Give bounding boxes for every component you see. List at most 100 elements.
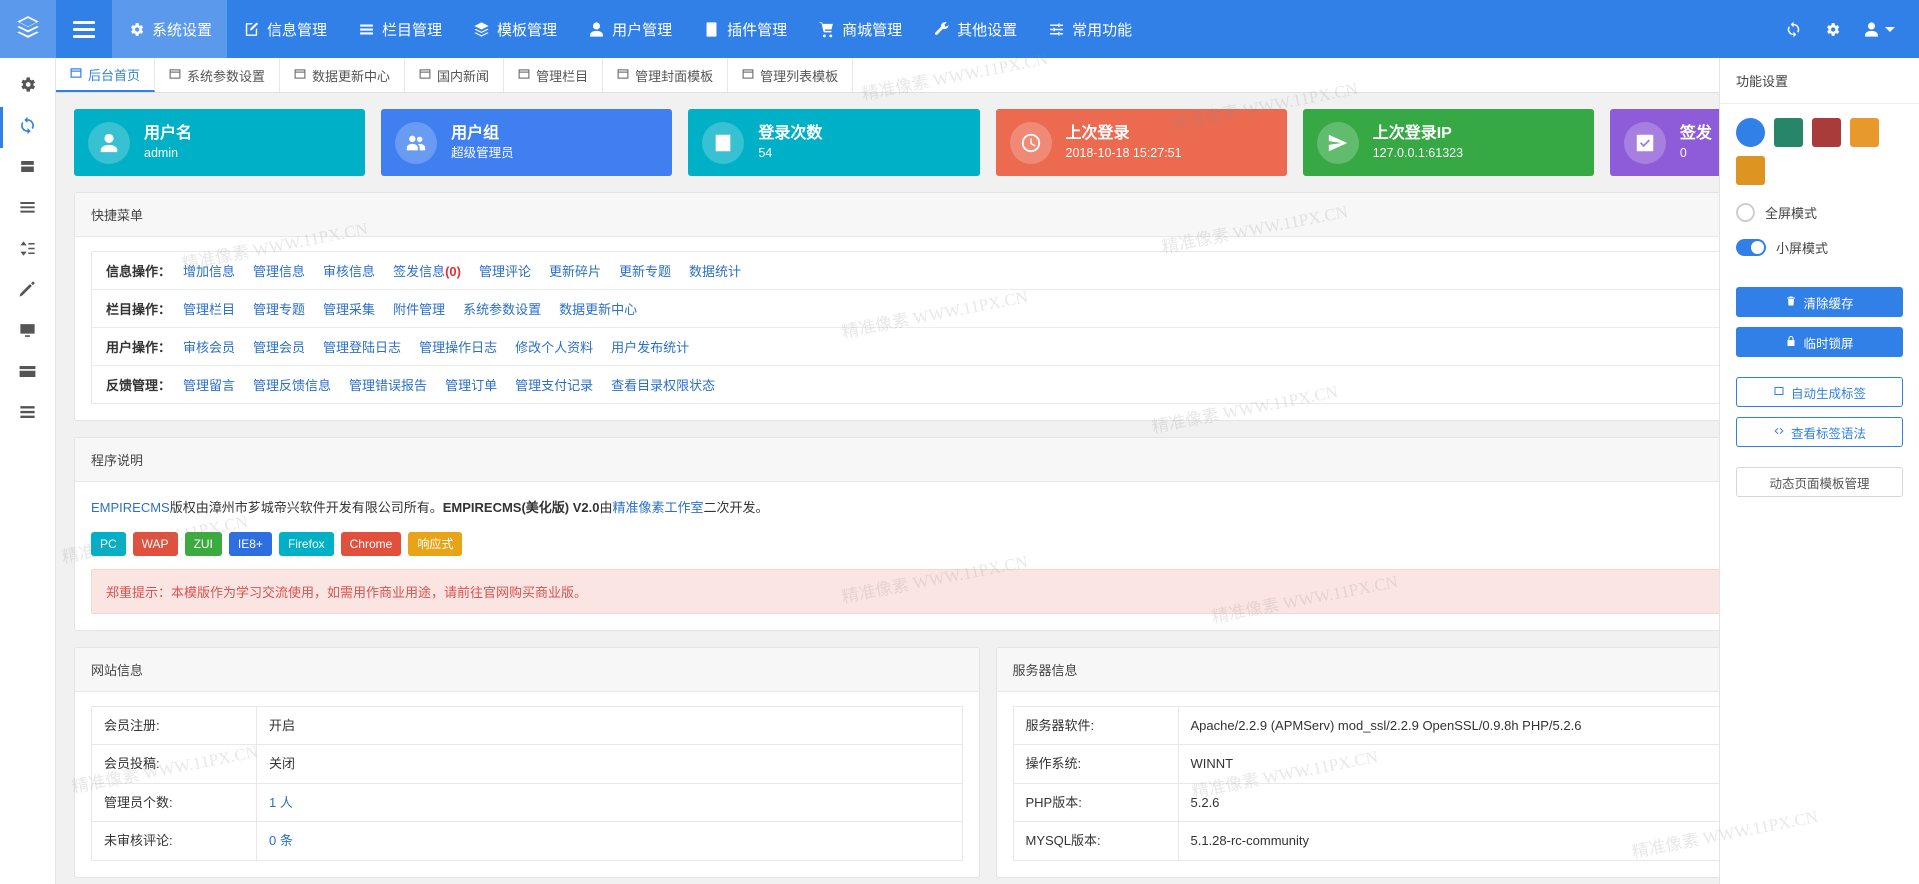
nav-item-column-management[interactable]: 栏目管理 xyxy=(342,0,457,58)
user-account-icon[interactable] xyxy=(1863,21,1895,38)
qm-link[interactable]: 管理登陆日志 xyxy=(323,337,401,356)
radio-off-icon xyxy=(1736,203,1755,222)
button-label: 清除缓存 xyxy=(1803,296,1854,311)
toggle-on-icon[interactable] xyxy=(1736,239,1766,256)
stat-card-value: 超级管理员 xyxy=(451,145,514,160)
cell-key: 会员投稿: xyxy=(91,744,257,784)
qm-link[interactable]: 系统参数设置 xyxy=(463,299,541,318)
tab-domestic-news[interactable]: 国内新闻 xyxy=(405,58,505,92)
layers-icon xyxy=(472,20,490,38)
stat-card-last-login[interactable]: 上次登录 2018-10-18 15:27:51 xyxy=(995,109,1287,176)
plugin-icon xyxy=(702,20,720,38)
cell-value-link[interactable]: 1 人 xyxy=(256,782,963,823)
qm-link[interactable]: 管理评论 xyxy=(479,261,531,280)
nav-item-info-management[interactable]: 信息管理 xyxy=(227,0,342,58)
tag-icon xyxy=(1773,385,1785,400)
rail-item-sort[interactable] xyxy=(0,230,56,271)
tag-ie8: IE8+ xyxy=(228,531,272,556)
qm-link[interactable]: 用户发布统计 xyxy=(611,337,689,356)
stat-card-username[interactable]: 用户名 admin xyxy=(74,109,366,176)
rail-item-layers-list[interactable] xyxy=(0,394,56,435)
rail-item-settings[interactable] xyxy=(0,66,56,107)
qm-link[interactable]: 管理支付记录 xyxy=(515,375,593,394)
nav-item-user-management[interactable]: 用户管理 xyxy=(572,0,687,58)
stat-card-last-login-ip[interactable]: 上次登录IP 127.0.0.1:61323 xyxy=(1302,109,1594,176)
qm-link[interactable]: 管理信息 xyxy=(253,261,305,280)
theme-swatch-orange[interactable] xyxy=(1850,118,1879,147)
sidebar-toggle-button[interactable] xyxy=(56,0,112,58)
rail-item-list[interactable] xyxy=(0,189,56,230)
qm-link[interactable]: 管理会员 xyxy=(253,337,305,356)
tab-manage-list-template[interactable]: 管理列表模板 xyxy=(728,58,854,92)
version-text: EMPIRECMS(美化版) V2.0 xyxy=(442,500,600,515)
qm-link[interactable]: 管理订单 xyxy=(445,375,497,394)
nav-item-common-functions[interactable]: 常用功能 xyxy=(1032,0,1147,58)
dynamic-page-template-button[interactable]: 动态页面模板管理 xyxy=(1736,467,1903,497)
tab-manage-cover-template[interactable]: 管理封面模板 xyxy=(603,58,729,92)
tab-data-update-center[interactable]: 数据更新中心 xyxy=(280,58,406,92)
qm-link-issue[interactable]: 签发信息(0) xyxy=(393,261,461,280)
theme-swatch-red[interactable] xyxy=(1812,118,1841,147)
studio-link[interactable]: 精准像素工作室 xyxy=(613,500,704,515)
nav-item-system-settings[interactable]: 系统设置 xyxy=(112,0,228,58)
nav-item-mall-management[interactable]: 商城管理 xyxy=(802,0,917,58)
left-icon-rail xyxy=(0,58,56,884)
app-logo[interactable] xyxy=(0,0,56,58)
rail-item-monitor[interactable] xyxy=(0,312,56,353)
cell-key: 操作系统: xyxy=(1012,744,1179,784)
auto-generate-tags-button[interactable]: 自动生成标签 xyxy=(1736,377,1903,407)
qm-link[interactable]: 管理操作日志 xyxy=(419,337,497,356)
empirecms-link[interactable]: EMPIRECMS xyxy=(91,500,170,515)
qm-link[interactable]: 审核信息 xyxy=(323,261,375,280)
qm-link[interactable]: 增加信息 xyxy=(183,261,235,280)
clock-icon xyxy=(1009,121,1052,164)
hamburger-icon xyxy=(73,17,95,42)
qm-link[interactable]: 管理反馈信息 xyxy=(253,375,331,394)
tab-label: 后台首页 xyxy=(88,67,141,83)
layers-icon xyxy=(15,14,41,45)
theme-swatch-green[interactable] xyxy=(1774,118,1803,147)
qm-link[interactable]: 管理栏目 xyxy=(183,299,235,318)
qm-link[interactable]: 数据统计 xyxy=(689,261,741,280)
clear-cache-button[interactable]: 清除缓存 xyxy=(1736,287,1903,317)
tab-backend-home[interactable]: 后台首页 xyxy=(56,58,156,92)
qm-link[interactable]: 管理错误报告 xyxy=(349,375,427,394)
qm-link[interactable]: 管理专题 xyxy=(253,299,305,318)
stat-card-value: 0 xyxy=(1679,145,1687,160)
qm-link[interactable]: 数据更新中心 xyxy=(559,299,637,318)
nav-item-template-management[interactable]: 模板管理 xyxy=(457,0,572,58)
qm-link[interactable]: 附件管理 xyxy=(393,299,445,318)
nav-item-other-settings[interactable]: 其他设置 xyxy=(917,0,1032,58)
quick-menu-row-user: 用户操作： 审核会员 管理会员 管理登陆日志 管理操作日志 修改个人资料 用户发… xyxy=(92,328,1883,366)
stat-card-usergroup[interactable]: 用户组 超级管理员 xyxy=(381,109,673,176)
qm-link[interactable]: 审核会员 xyxy=(183,337,235,356)
qm-link[interactable]: 管理留言 xyxy=(183,375,235,394)
rail-item-database[interactable] xyxy=(0,148,56,189)
compat-tags: PC WAP ZUI IE8+ Firefox Chrome 响应式 xyxy=(91,531,1884,556)
qm-link[interactable]: 更新专题 xyxy=(619,261,671,280)
tab-label: 管理列表模板 xyxy=(760,68,839,84)
qm-link[interactable]: 查看目录权限状态 xyxy=(611,375,715,394)
fullscreen-mode-option[interactable]: 全屏模式 xyxy=(1736,203,1903,222)
smallscreen-mode-option[interactable]: 小屏模式 xyxy=(1736,238,1903,257)
tab-manage-columns[interactable]: 管理栏目 xyxy=(504,58,604,92)
theme-swatch-amber[interactable] xyxy=(1736,156,1765,185)
cell-value-link[interactable]: 0 条 xyxy=(256,821,963,861)
rail-item-pen[interactable] xyxy=(0,271,56,312)
gear-icon[interactable] xyxy=(1824,21,1841,38)
qm-link[interactable]: 修改个人资料 xyxy=(515,337,593,356)
refresh-icon[interactable] xyxy=(1785,21,1802,38)
theme-swatch-blue[interactable] xyxy=(1736,118,1765,147)
rail-item-card[interactable] xyxy=(0,353,56,394)
rail-item-refresh[interactable] xyxy=(0,107,56,148)
qm-link[interactable]: 管理采集 xyxy=(323,299,375,318)
qm-link[interactable]: 更新碎片 xyxy=(549,261,601,280)
view-tag-syntax-button[interactable]: 查看标签语法 xyxy=(1736,417,1903,447)
lock-screen-button[interactable]: 临时锁屏 xyxy=(1736,327,1903,357)
stat-card-login-count[interactable]: 登录次数 54 xyxy=(688,109,980,176)
tab-label: 管理封面模板 xyxy=(635,68,714,84)
stat-card-title: 上次登录IP xyxy=(1372,124,1452,142)
tab-system-params[interactable]: 系统参数设置 xyxy=(155,58,281,92)
nav-item-plugin-management[interactable]: 插件管理 xyxy=(687,0,802,58)
quick-menu-table: 信息操作： 增加信息 管理信息 审核信息 签发信息(0) 管理评论 更新碎片 更… xyxy=(91,251,1884,404)
